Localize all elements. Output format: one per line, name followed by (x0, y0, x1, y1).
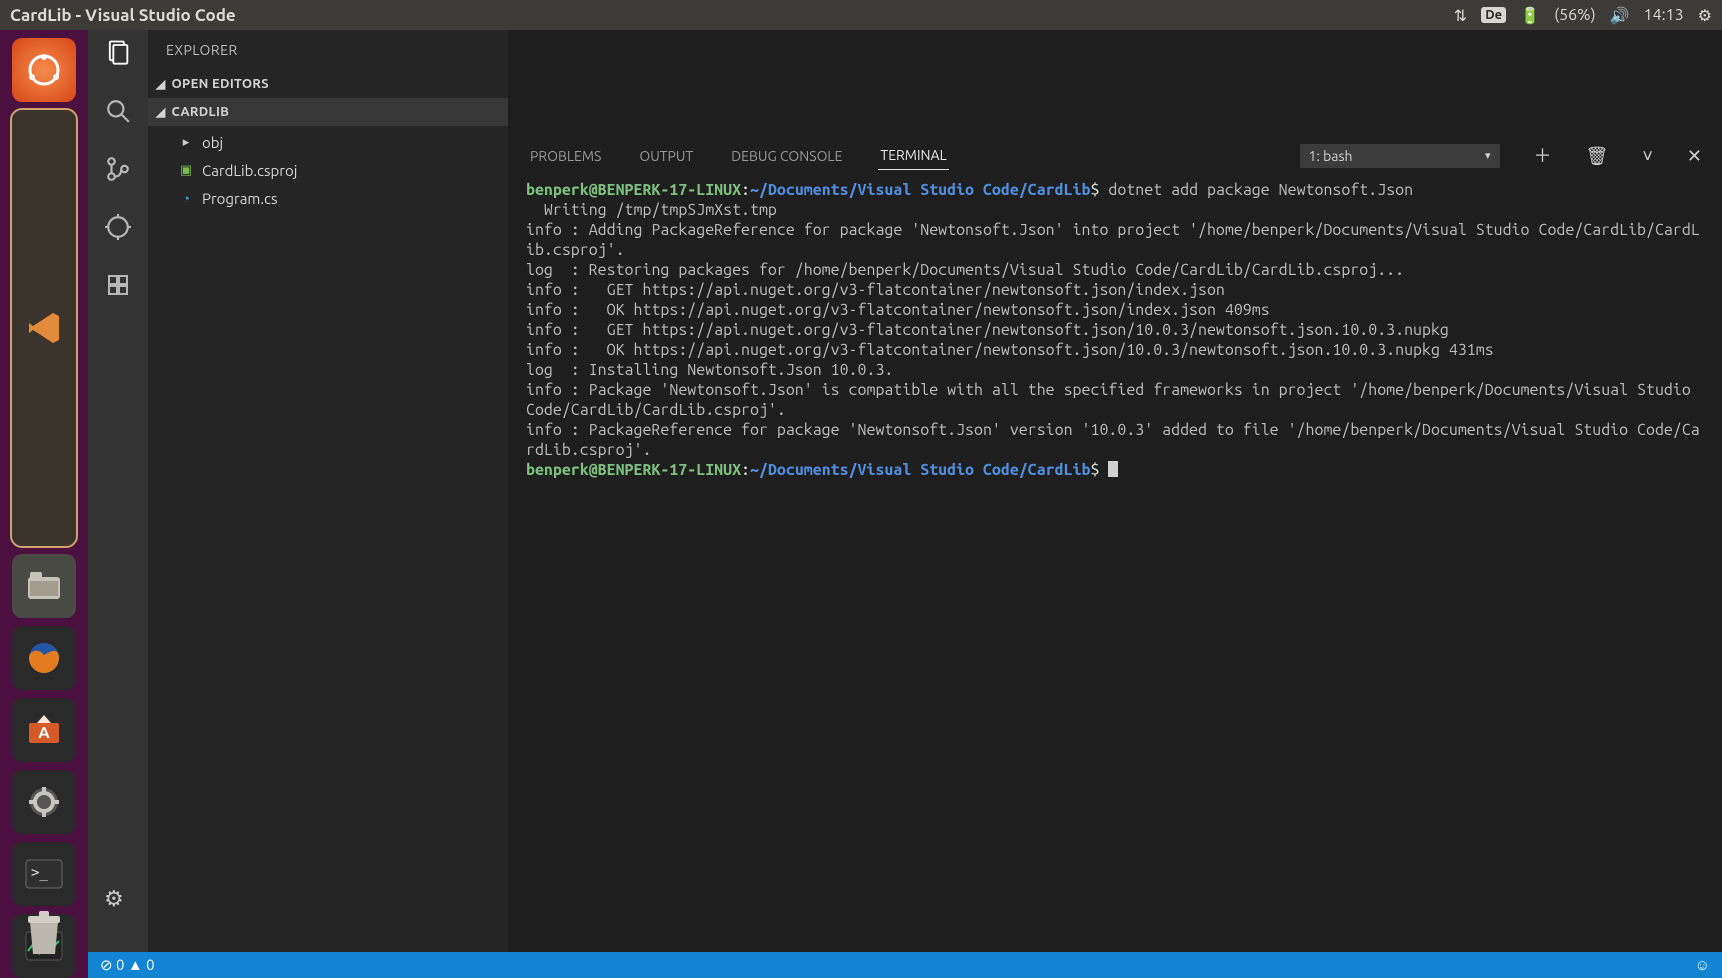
terminal-line: info : PackageReference for package 'New… (526, 421, 1700, 459)
maximize-panel-button[interactable]: ˅ (1642, 147, 1653, 165)
svg-text:>_: >_ (31, 865, 48, 881)
status-bar: ⊘ 0 ▲ 0 ☺ (88, 952, 1722, 978)
vscode-window: ⚙ EXPLORER ◢ OPEN EDITORS ◢ CARDLIB obj (88, 30, 1722, 978)
terminal-line: info : Package 'Newtonsoft.Json' is comp… (526, 381, 1700, 419)
tab-terminal[interactable]: TERMINAL (878, 141, 948, 170)
tree-folder-obj[interactable]: obj (148, 128, 508, 156)
terminal-line: info : Adding PackageReference for packa… (526, 221, 1700, 259)
terminal-line: Writing /tmp/tmpSJmXst.tmp (526, 201, 777, 219)
tree-item-label: obj (202, 134, 223, 151)
terminal-line: log : Installing Newtonsoft.Json 10.0.3. (526, 361, 893, 379)
status-problem-counts[interactable]: ⊘ 0 ▲ 0 (100, 956, 155, 974)
prompt-userhost: benperk@BENPERK-17-LINUX (526, 461, 741, 479)
kill-terminal-button[interactable]: 🗑 (1586, 147, 1609, 165)
chevron-down-icon: ▾ (1485, 149, 1491, 162)
terminal-cursor (1108, 461, 1118, 477)
tree-file-programcs[interactable]: ◔ Program.cs (148, 184, 508, 212)
terminal-line: log : Restoring packages for /home/benpe… (526, 261, 1404, 279)
network-icon[interactable]: ⇅ (1454, 6, 1467, 25)
debug-activity-icon[interactable] (105, 214, 131, 246)
terminal-line: info : GET https://api.nuget.org/v3-flat… (526, 321, 1449, 339)
tab-output[interactable]: OUTPUT (637, 142, 695, 170)
activity-bar: ⚙ (88, 30, 148, 952)
editor-area: PROBLEMS OUTPUT DEBUG CONSOLE TERMINAL 1… (508, 30, 1722, 952)
prompt-cwd: ~/Documents/Visual Studio Code/CardLib (750, 181, 1090, 199)
terminal-selector[interactable]: 1: bash ▾ (1300, 144, 1500, 168)
open-editors-section[interactable]: ◢ OPEN EDITORS (148, 70, 508, 98)
prompt-dollar: $ (1091, 461, 1100, 479)
file-tree: obj ▣ CardLib.csproj ◔ Program.cs (148, 126, 508, 218)
explorer-activity-icon[interactable] (104, 38, 132, 72)
clock[interactable]: 14:13 (1644, 6, 1684, 24)
tree-file-csproj[interactable]: ▣ CardLib.csproj (148, 156, 508, 184)
csproj-file-icon: ▣ (178, 163, 194, 178)
caret-down-icon: ◢ (156, 105, 166, 119)
trash-launcher-icon[interactable] (12, 902, 76, 966)
terminal-output[interactable]: benperk@BENPERK-17-LINUX:~/Documents/Vis… (508, 174, 1722, 952)
volume-icon[interactable]: 🔊 (1610, 6, 1630, 25)
close-panel-button[interactable]: ✕ (1687, 147, 1702, 165)
folder-collapsed-icon (178, 135, 194, 150)
terminal-launcher-icon[interactable]: >_ (12, 842, 76, 906)
terminal-selector-label: 1: bash (1309, 148, 1353, 164)
search-activity-icon[interactable] (105, 98, 131, 130)
terminal-line: info : OK https://api.nuget.org/v3-flatc… (526, 301, 1270, 319)
battery-percent: (56%) (1554, 6, 1596, 24)
project-section[interactable]: ◢ CARDLIB (148, 98, 508, 126)
files-launcher-icon[interactable] (12, 554, 76, 618)
prompt-cwd: ~/Documents/Visual Studio Code/CardLib (750, 461, 1090, 479)
editor-empty-background (508, 30, 1722, 138)
keyboard-layout-indicator[interactable]: De (1481, 7, 1506, 23)
tree-item-label: CardLib.csproj (202, 162, 297, 179)
software-center-launcher-icon[interactable]: A (12, 698, 76, 762)
new-terminal-button[interactable]: ＋ (1534, 147, 1552, 165)
tree-item-label: Program.cs (202, 190, 278, 207)
project-section-label: CARDLIB (172, 105, 230, 119)
explorer-title: EXPLORER (148, 30, 508, 70)
terminal-line: info : GET https://api.nuget.org/v3-flat… (526, 281, 1225, 299)
ubuntu-dash-icon[interactable] (12, 38, 76, 102)
ubuntu-menubar: CardLib - Visual Studio Code ⇅ De 🔋 (56%… (0, 0, 1722, 30)
csharp-file-icon: ◔ (178, 191, 194, 206)
terminal-line: info : OK https://api.nuget.org/v3-flatc… (526, 341, 1494, 359)
explorer-panel: EXPLORER ◢ OPEN EDITORS ◢ CARDLIB obj ▣ (148, 30, 508, 952)
panel-tabs: PROBLEMS OUTPUT DEBUG CONSOLE TERMINAL 1… (508, 138, 1722, 174)
prompt-userhost: benperk@BENPERK-17-LINUX (526, 181, 741, 199)
manage-gear-icon[interactable]: ⚙ (104, 886, 124, 912)
caret-down-icon: ◢ (156, 77, 166, 91)
terminal-command-1: dotnet add package Newtonsoft.Json (1099, 181, 1413, 199)
source-control-activity-icon[interactable] (105, 156, 131, 188)
window-title: CardLib - Visual Studio Code (10, 6, 236, 25)
extensions-activity-icon[interactable] (106, 272, 130, 303)
system-gear-icon[interactable]: ⚙ (1698, 6, 1712, 25)
vscode-launcher-icon[interactable] (12, 110, 76, 546)
battery-icon[interactable]: 🔋 (1520, 6, 1540, 25)
firefox-launcher-icon[interactable] (12, 626, 76, 690)
prompt-colon: : (741, 461, 750, 479)
tab-problems[interactable]: PROBLEMS (528, 142, 603, 170)
tab-debug-console[interactable]: DEBUG CONSOLE (729, 142, 844, 170)
prompt-colon: : (741, 181, 750, 199)
open-editors-label: OPEN EDITORS (172, 77, 269, 91)
system-settings-launcher-icon[interactable] (12, 770, 76, 834)
status-feedback-icon[interactable]: ☺ (1695, 956, 1710, 974)
svg-text:A: A (38, 724, 50, 742)
unity-launcher: A >_ (0, 30, 88, 978)
